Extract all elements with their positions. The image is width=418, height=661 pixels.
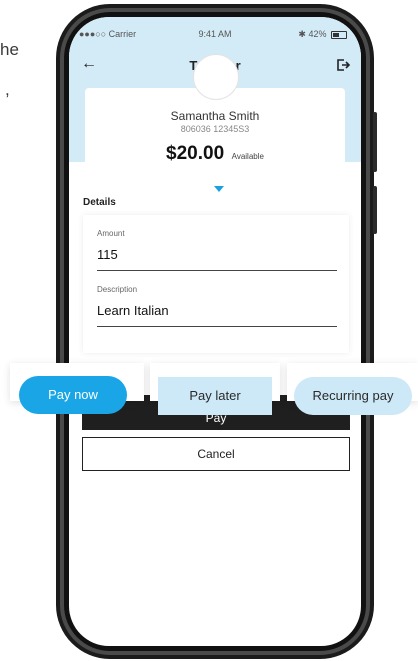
battery-percent: 42% [308, 29, 327, 39]
avatar [193, 54, 239, 100]
volume-up-button [373, 112, 377, 172]
recipient-account: 806036 12345S3 [180, 124, 250, 134]
pay-now-button[interactable]: Pay now [19, 376, 127, 414]
details-form: Amount 115 Description Learn Italian [83, 215, 349, 353]
phone-screen: ●●●○○ Carrier 9:41 AM ✱ 42% ← Transfer S… [69, 17, 361, 646]
cancel-button[interactable]: Cancel [82, 437, 350, 471]
battery-icon [331, 30, 347, 39]
amount-underline [97, 270, 337, 271]
recurring-pay-button[interactable]: Recurring pay [294, 377, 412, 415]
pay-later-button[interactable]: Pay later [158, 377, 272, 415]
status-right: ✱ 42% [298, 29, 347, 40]
bluetooth-icon: ✱ [298, 29, 306, 39]
expand-caret-icon[interactable] [214, 186, 224, 192]
description-underline [97, 326, 337, 327]
recipient-name: Samantha Smith [170, 109, 260, 123]
description-label: Description [97, 285, 138, 294]
volume-down-button [373, 186, 377, 234]
balance-row: $20.00 Available [85, 143, 345, 165]
balance-label: Available [231, 152, 264, 161]
app-root: he , ●●●○○ Carrier 9:41 AM ✱ 42% ← Trans… [0, 0, 418, 661]
logout-icon[interactable] [335, 57, 351, 73]
details-title: Details [83, 197, 116, 208]
recipient-card: Samantha Smith 806036 12345S3 $20.00 Ava… [85, 54, 345, 184]
status-bar: ●●●○○ Carrier 9:41 AM ✱ 42% [69, 29, 361, 43]
balance-amount: $20.00 [166, 143, 225, 164]
background-text-2: , [5, 80, 10, 99]
description-field[interactable]: Learn Italian [97, 303, 169, 318]
background-text-1: he [0, 40, 19, 59]
amount-field[interactable]: 115 [97, 247, 118, 262]
amount-label: Amount [97, 229, 125, 238]
